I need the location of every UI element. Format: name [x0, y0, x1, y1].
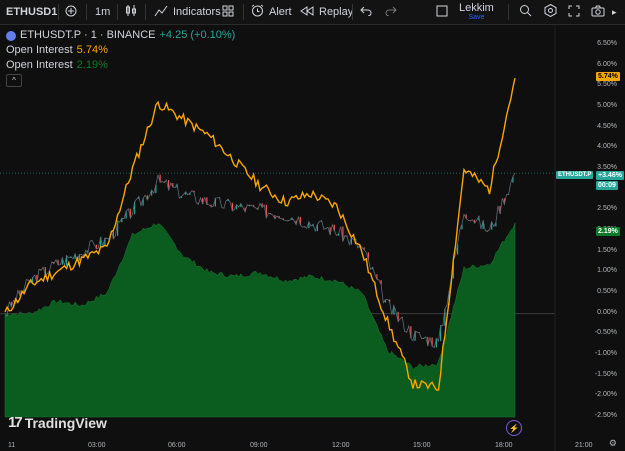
y-tick-label: 2.50%: [597, 205, 617, 213]
y-tick-label: -0.50%: [594, 329, 617, 337]
price-change-tag: +3.46%: [596, 171, 624, 180]
legend-oi2-row[interactable]: Open Interest 2.19%: [6, 58, 235, 73]
y-tick-label: 4.50%: [597, 122, 617, 130]
legend-oi2-value: 2.19%: [76, 59, 108, 71]
legend-oi1-value: 5.74%: [76, 44, 108, 56]
chart-canvas[interactable]: [0, 25, 625, 451]
replay-label: Replay: [319, 6, 354, 18]
chart-type-button[interactable]: [125, 0, 137, 24]
alarm-clock-icon: [251, 4, 264, 20]
indicators-label: Indicators: [173, 6, 221, 18]
oi2-axis-tag: 2.19%: [596, 227, 620, 236]
y-tick-label: 1.50%: [597, 246, 617, 254]
alert-button[interactable]: Alert: [251, 0, 292, 24]
redo-icon: [385, 6, 397, 19]
x-tick-label: 12:00: [332, 442, 350, 449]
legend-oi1-row[interactable]: Open Interest 5.74%: [6, 43, 235, 58]
fullscreen-button[interactable]: [568, 0, 580, 24]
expand-icon: [568, 5, 580, 20]
y-tick-label: 5.50%: [597, 81, 617, 89]
toolbar-divider: [86, 4, 87, 20]
indicators-icon: [154, 5, 168, 20]
toolbar-divider: [145, 4, 146, 20]
y-tick-label: -2.00%: [594, 391, 617, 399]
candles-icon: [125, 4, 137, 20]
square-icon: [436, 5, 448, 20]
countdown-tag: 00:09: [596, 181, 618, 190]
gear-icon: [544, 3, 557, 20]
y-tick-label: 5.00%: [597, 102, 617, 109]
axis-settings-button[interactable]: ⚙: [609, 438, 617, 449]
chart-legend: ETHUSDT.P · 1 · BINANCE +4.25 (+0.10%) O…: [6, 28, 235, 87]
tradingview-mark-icon: 17: [8, 414, 23, 431]
publish-button[interactable]: ▸: [612, 0, 617, 24]
lightning-icon: ⚡: [509, 423, 519, 433]
x-tick-label: 09:00: [250, 442, 268, 449]
x-tick-label: 11: [8, 442, 16, 449]
x-tick-label: 18:00: [495, 442, 513, 449]
tradingview-logo[interactable]: 17 TradingView: [8, 414, 107, 431]
settings-button[interactable]: [544, 0, 557, 24]
legend-oi2-label: Open Interest: [6, 59, 73, 71]
legend-symbol: ETHUSDT.P · 1 · BINANCE: [20, 29, 156, 41]
legend-change: +4.25 (+0.10%): [159, 29, 236, 41]
camera-icon: [591, 5, 605, 20]
y-tick-label: 3.50%: [597, 164, 617, 171]
x-tick-label: 15:00: [413, 442, 431, 449]
y-tick-label: 0.50%: [597, 288, 617, 295]
screenshot-button[interactable]: [591, 0, 605, 24]
gear-icon: ⚙: [608, 438, 617, 448]
legend-collapse-button[interactable]: ^: [6, 74, 22, 87]
layout-save-status: Save: [468, 14, 485, 21]
toolbar-divider: [508, 4, 509, 20]
y-tick-label: -1.00%: [594, 350, 617, 357]
symbol-search-button[interactable]: ETHUSD1: [6, 0, 57, 24]
quick-search-button[interactable]: [519, 0, 532, 24]
y-tick-label: 1.00%: [597, 267, 617, 275]
legend-oi1-label: Open Interest: [6, 44, 73, 56]
ethereum-logo-icon: [6, 30, 16, 41]
x-tick-label: 03:00: [88, 442, 106, 449]
top-toolbar: ETHUSD1 1m Indicators Alert Replay Lekki…: [0, 0, 625, 25]
undo-icon: [360, 6, 372, 19]
redo-button[interactable]: [385, 0, 397, 24]
legend-symbol-row[interactable]: ETHUSDT.P · 1 · BINANCE +4.25 (+0.10%): [6, 28, 235, 43]
x-tick-label: 06:00: [168, 442, 186, 449]
y-tick-label: 4.00%: [597, 143, 617, 151]
layout-name: Lekkim: [459, 2, 494, 14]
interval-label: 1m: [95, 6, 111, 18]
toolbar-divider: [243, 4, 244, 20]
oi1-axis-tag: 5.74%: [596, 72, 620, 81]
chevron-icon: ▸: [612, 6, 617, 17]
search-icon: [519, 4, 532, 20]
layouts-button[interactable]: [222, 0, 234, 24]
rewind-icon: [300, 5, 314, 19]
toolbar-divider: [352, 4, 353, 20]
price-symbol-tag: ETHUSDT.P: [556, 171, 594, 179]
y-tick-label: -1.50%: [594, 370, 617, 378]
indicators-button[interactable]: Indicators: [154, 0, 221, 24]
toolbar-divider: [117, 4, 118, 20]
y-tick-label: 6.50%: [597, 40, 617, 47]
grid-icon: [222, 5, 234, 20]
add-symbol-button[interactable]: [65, 0, 77, 24]
go-to-realtime-button[interactable]: ⚡: [506, 420, 522, 436]
y-tick-label: -2.50%: [594, 412, 617, 419]
symbol-label: ETHUSD1: [6, 6, 58, 18]
interval-button[interactable]: 1m: [95, 0, 110, 24]
toolbar-divider: [58, 4, 59, 20]
undo-button[interactable]: [360, 0, 372, 24]
x-tick-label: 21:00: [575, 442, 593, 449]
alert-label: Alert: [269, 6, 292, 18]
fullscreen-layout-button[interactable]: [436, 0, 448, 24]
chevron-up-icon: ^: [12, 76, 16, 85]
brand-name: TradingView: [24, 414, 107, 431]
y-tick-label: 6.00%: [597, 60, 617, 68]
layout-name-button[interactable]: Lekkim Save: [459, 2, 494, 22]
replay-button[interactable]: Replay: [300, 0, 353, 24]
plus-circle-icon: [65, 5, 77, 20]
y-tick-label: 0.00%: [597, 308, 617, 316]
